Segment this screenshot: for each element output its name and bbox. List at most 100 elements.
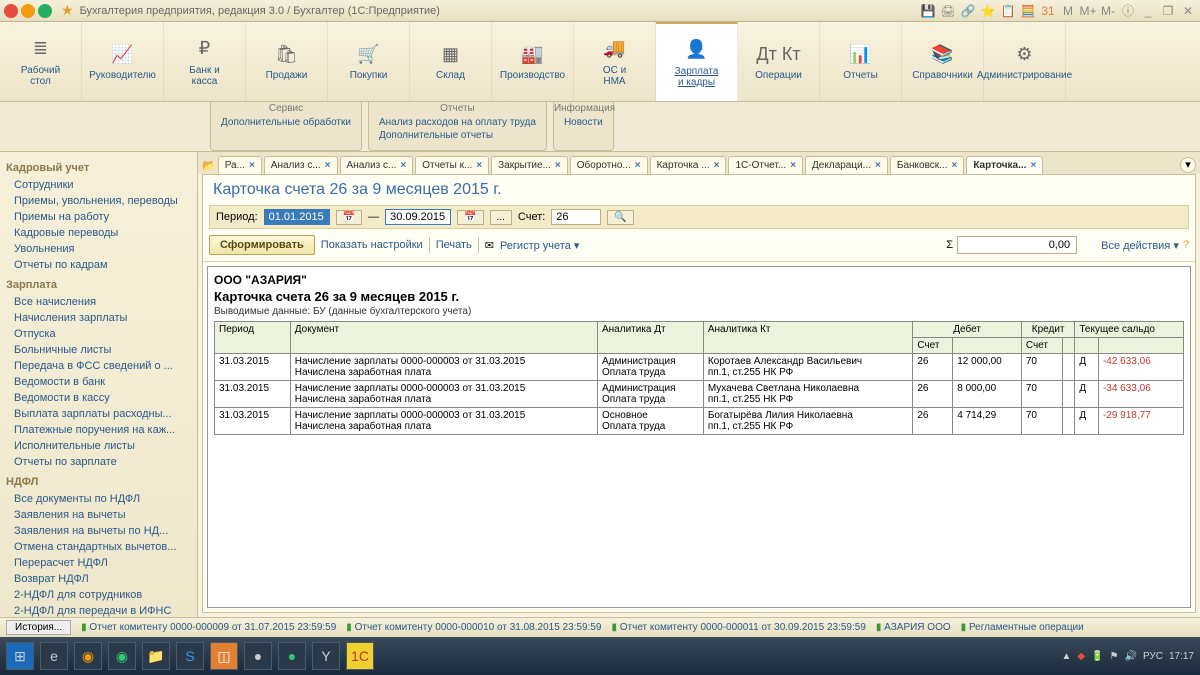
sidebar-link[interactable]: Увольнения [6,241,191,257]
form-button[interactable]: Сформировать [209,235,315,255]
save-icon[interactable]: 💾 [920,3,936,19]
tab-close-icon[interactable]: × [790,160,796,171]
date-to-input[interactable] [385,209,451,225]
print-link[interactable]: Печать [436,239,472,251]
ribbon-item[interactable]: ₽Банк икасса [164,22,246,101]
calc-icon[interactable]: 🧮 [1020,3,1036,19]
tab-close-icon[interactable]: × [249,160,255,171]
sidebar-link[interactable]: Перерасчет НДФЛ [6,555,191,571]
all-actions-link[interactable]: Все действия ▾ [1101,239,1179,252]
table-row[interactable]: 31.03.2015Начисление зарплаты 0000-00000… [215,408,1184,435]
table-row[interactable]: 31.03.2015Начисление зарплаты 0000-00000… [215,381,1184,408]
m-minus-icon[interactable]: M- [1100,3,1116,19]
sidebar-link[interactable]: Все документы по НДФЛ [6,491,191,507]
ribbon-item[interactable]: 🏭Производство [492,22,574,101]
sidebar-link[interactable]: Отпуска [6,326,191,342]
register-link[interactable]: Регистр учета ▾ [500,239,579,252]
document-tab[interactable]: Оборотно...× [570,156,648,174]
ribbon-item[interactable]: 📈Руководителю [82,22,164,101]
subribbon-link[interactable]: Дополнительные отчеты [375,129,540,142]
calendar-icon[interactable]: 31 [1040,3,1056,19]
clipboard-icon[interactable]: 📋 [1000,3,1016,19]
help-icon[interactable]: ? [1183,239,1189,251]
sidebar-link[interactable]: Ведомости в кассу [6,390,191,406]
tray-icon2[interactable]: ◆ [1077,651,1085,662]
ribbon-item[interactable]: ≣Рабочийстол [0,22,82,101]
print-icon[interactable]: 🖨 [940,3,956,19]
document-tab[interactable]: Карточка...× [966,156,1043,174]
sidebar-link[interactable]: Передача в ФСС сведений о ... [6,358,191,374]
sidebar-link[interactable]: Сотрудники [6,177,191,193]
tab-overflow-button[interactable]: ▾ [1180,157,1196,173]
tab-close-icon[interactable]: × [714,160,720,171]
window-close-icon[interactable]: ✕ [1180,3,1196,19]
account-input[interactable] [551,209,601,225]
ribbon-item[interactable]: 🚚ОС иНМА [574,22,656,101]
sidebar-link[interactable]: 2-НДФЛ для передачи в ИФНС [6,603,191,617]
sidebar-link[interactable]: Заявления на вычеты [6,507,191,523]
period-more-button[interactable]: ... [490,210,512,225]
status-item[interactable]: ▮ Отчет комитенту 0000-000011 от 30.09.2… [611,622,865,633]
document-tab[interactable]: Отчеты к...× [415,156,489,174]
sidebar-link[interactable]: Платежные поручения на каж... [6,422,191,438]
ribbon-item[interactable]: 📚Справочники [902,22,984,101]
sidebar-link[interactable]: Отмена стандартных вычетов... [6,539,191,555]
show-settings-link[interactable]: Показать настройки [321,239,423,251]
sum-input[interactable] [957,236,1077,254]
ribbon-item[interactable]: 🛍Продажи [246,22,328,101]
tab-close-icon[interactable]: × [476,160,482,171]
tray-icon[interactable]: ▲ [1061,651,1071,662]
tray-icon3[interactable]: 🔋 [1091,651,1103,662]
ribbon-item[interactable]: 👤Зарплатаи кадры [656,22,738,101]
calendar-from-icon[interactable]: 📅 [336,210,362,225]
clock[interactable]: 17:17 [1169,651,1194,662]
app3-icon[interactable]: ◫ [210,642,238,670]
1c-icon[interactable]: 1С [346,642,374,670]
sidebar-link[interactable]: Больничные листы [6,342,191,358]
favorite-icon[interactable]: ★ [61,2,74,19]
sidebar-link[interactable]: Отчеты по зарплате [6,454,191,470]
sidebar-link[interactable]: Возврат НДФЛ [6,571,191,587]
document-tab[interactable]: Анализ с...× [340,156,414,174]
ribbon-item[interactable]: 🛒Покупки [328,22,410,101]
subribbon-link[interactable]: Дополнительные обработки [217,116,355,129]
ribbon-item[interactable]: ⚙Администрирование [984,22,1066,101]
tab-close-icon[interactable]: × [635,160,641,171]
lang-indicator[interactable]: РУС [1143,651,1163,662]
link-icon[interactable]: 🔗 [960,3,976,19]
document-tab[interactable]: 1С-Отчет...× [728,156,803,174]
sidebar-link[interactable]: Начисления зарплаты [6,310,191,326]
sidebar-link[interactable]: Исполнительные листы [6,438,191,454]
tray-volume-icon[interactable]: 🔊 [1124,651,1136,662]
status-item[interactable]: ▮ АЗАРИЯ ООО [876,622,951,633]
tab-close-icon[interactable]: × [325,160,331,171]
account-search-icon[interactable]: 🔍 [607,210,633,225]
status-item[interactable]: ▮ Отчет комитенту 0000-000010 от 31.08.2… [346,622,601,633]
m-icon[interactable]: M [1060,3,1076,19]
folder-icon[interactable]: 📁 [142,642,170,670]
sigma-icon[interactable]: Σ [946,239,953,251]
start-icon[interactable]: ⊞ [6,642,34,670]
document-tab[interactable]: Ра...× [218,156,262,174]
table-row[interactable]: 31.03.2015Начисление зарплаты 0000-00000… [215,354,1184,381]
ribbon-item[interactable]: ▦Склад [410,22,492,101]
tab-close-icon[interactable]: × [555,160,561,171]
info-icon[interactable]: ⓘ [1120,3,1136,19]
tab-nav-icon[interactable]: 📂 [202,159,216,172]
app-icon[interactable]: ◉ [74,642,102,670]
close-icon[interactable] [4,4,18,18]
sidebar-link[interactable]: Все начисления [6,294,191,310]
sidebar-link[interactable]: Кадровые переводы [6,225,191,241]
sidebar-link[interactable]: Приемы, увольнения, переводы [6,193,191,209]
tab-close-icon[interactable]: × [400,160,406,171]
date-from-input[interactable] [264,209,330,225]
history-button[interactable]: История... [6,620,71,635]
sidebar-link[interactable]: 2-НДФЛ для сотрудников [6,587,191,603]
document-tab[interactable]: Карточка ...× [650,156,727,174]
ribbon-item[interactable]: Дт КтОперации [738,22,820,101]
tab-close-icon[interactable]: × [1030,160,1036,171]
window-restore-icon[interactable]: ❐ [1160,3,1176,19]
document-tab[interactable]: Деклараци...× [805,156,888,174]
minimize-icon[interactable] [21,4,35,18]
tab-close-icon[interactable]: × [875,160,881,171]
